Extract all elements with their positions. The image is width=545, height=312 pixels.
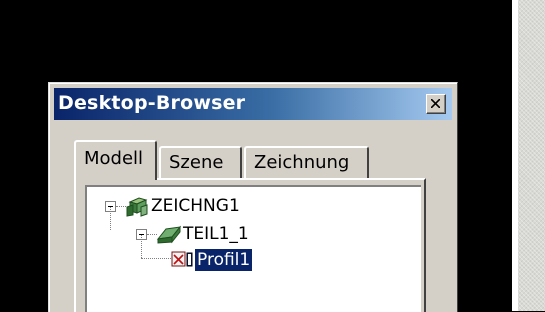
tree-item-label: TEIL1_1 <box>183 224 249 244</box>
tab-zeichnung[interactable]: Zeichnung <box>244 146 369 180</box>
drawing-assembly-icon <box>126 197 148 217</box>
title-bar[interactable]: Desktop-Browser <box>54 88 452 120</box>
tree-item-zeichng1[interactable]: ZEICHNG1 <box>105 195 345 219</box>
background-texture <box>518 0 545 311</box>
part-icon <box>156 225 182 244</box>
window-title: Desktop-Browser <box>58 92 246 114</box>
tree-item-profil1[interactable]: Profil1 <box>141 248 381 274</box>
tree-item-label: ZEICHNG1 <box>151 196 240 216</box>
tab-szene[interactable]: Szene <box>159 146 242 180</box>
tab-modell[interactable]: Modell <box>74 140 157 180</box>
model-tree[interactable]: ZEICHNG1 TEIL1_1 Profil1 <box>85 185 421 312</box>
tab-label: Zeichnung <box>254 152 350 173</box>
tree-item-label: Profil1 <box>193 248 254 272</box>
tree-item-teil1-1[interactable]: TEIL1_1 <box>136 223 376 247</box>
tab-label: Modell <box>84 148 144 169</box>
tree-connector <box>110 207 111 230</box>
close-button[interactable] <box>426 94 446 114</box>
close-icon <box>431 99 440 108</box>
desktop-browser-window: Desktop-Browser Szene Zeichnung Modell Z… <box>48 82 458 312</box>
profile-icon <box>171 251 193 267</box>
tab-label: Szene <box>169 152 224 173</box>
tree-connector <box>141 258 171 259</box>
